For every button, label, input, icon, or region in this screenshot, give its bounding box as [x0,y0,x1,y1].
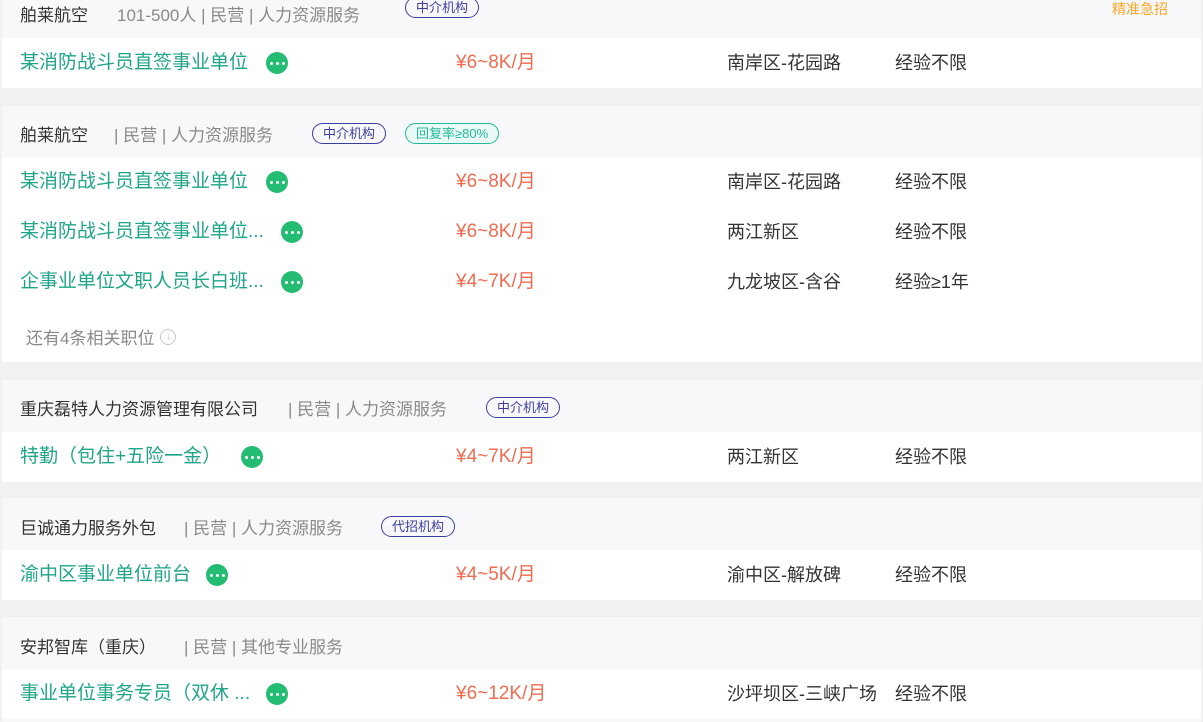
job-location: 两江新区 [727,222,799,242]
company-card: 重庆磊特人力资源管理有限公司 | 民营 | 人力资源服务 中介机构 特勤（包住+… [2,380,1201,482]
arrow-down-circle-icon: ↓ [160,328,177,345]
company-card: 巨诚通力服务外包 | 民营 | 人力资源服务 代招机构 渝中区事业单位前台 ¥4… [2,498,1201,600]
agency-badge: 中介机构 [312,123,387,144]
recruiting-agency-badge: 代招机构 [381,516,456,537]
chat-icon[interactable] [241,446,263,468]
job-row[interactable]: 企事业单位文职人员长白班... ¥4~7K/月 九龙坡区-含谷 经验≥1年 [2,257,1201,307]
more-row: 还有4条相关职位 ↓ [2,307,1201,362]
job-title[interactable]: 特勤（包住+五险一金） [20,432,221,482]
job-experience: 经验不限 [895,684,967,704]
chat-icon[interactable] [281,271,303,293]
company-card: 舶莱航空 101-500人 | 民营 | 人力资源服务 中介机构 精准急招 某消… [2,0,1201,88]
company-name[interactable]: 舶莱航空 [20,121,88,146]
chat-icon[interactable] [266,171,288,193]
job-location: 沙坪坝区-三峡广场 [727,684,877,704]
job-experience: 经验不限 [895,565,967,585]
job-location: 两江新区 [727,447,799,467]
job-row[interactable]: 某消防战斗员直签事业单位 ¥6~8K/月 南岸区-花园路 经验不限 [2,38,1201,88]
job-row[interactable]: 特勤（包住+五险一金） ¥4~7K/月 两江新区 经验不限 [2,432,1201,482]
job-location: 九龙坡区-含谷 [727,272,841,292]
chat-icon[interactable] [281,221,303,243]
company-meta: | 民营 | 人力资源服务 [184,518,344,538]
company-meta: | 民营 | 其他专业服务 [184,637,344,657]
job-experience: 经验不限 [895,222,967,242]
job-title[interactable]: 某消防战斗员直签事业单位 [20,157,248,207]
company-card: 安邦智库（重庆） | 民营 | 其他专业服务 事业单位事务专员（双休 ... ¥… [2,617,1201,722]
chat-icon[interactable] [266,52,288,74]
job-title[interactable]: 渝中区事业单位前台 [20,550,191,600]
agency-badge: 中介机构 [486,397,561,418]
job-title[interactable]: 某消防战斗员直签事业单位... [20,207,264,257]
company-meta: | 民营 | 人力资源服务 [288,399,448,419]
job-salary: ¥6~8K/月 [456,171,536,192]
job-salary: ¥6~12K/月 [456,683,547,704]
company-header: 舶莱航空 | 民营 | 人力资源服务 中介机构 回复率≥80% [2,114,1201,152]
job-experience: 经验不限 [895,447,967,467]
company-header: 重庆磊特人力资源管理有限公司 | 民营 | 人力资源服务 中介机构 [2,388,1201,426]
reply-rate-badge: 回复率≥80% [405,123,500,144]
job-experience: 经验不限 [895,172,967,192]
job-salary: ¥4~7K/月 [456,271,536,292]
job-row[interactable]: 事业单位事务专员（双休 ... ¥6~12K/月 沙坪坝区-三峡广场 经验不限 [2,669,1201,719]
job-location: 南岸区-花园路 [727,172,841,192]
job-title[interactable]: 企事业单位文职人员长白班... [20,257,264,307]
job-experience: 经验不限 [895,53,967,73]
company-name[interactable]: 舶莱航空 [20,1,88,26]
job-title[interactable]: 某消防战斗员直签事业单位 [20,38,248,88]
job-location: 渝中区-解放碑 [727,565,841,585]
chat-icon[interactable] [266,683,288,705]
company-name[interactable]: 重庆磊特人力资源管理有限公司 [20,395,258,420]
company-header: 安邦智库（重庆） | 民营 | 其他专业服务 [2,626,1201,664]
company-meta: | 民营 | 人力资源服务 [114,125,274,145]
job-row[interactable]: 渝中区事业单位前台 ¥4~5K/月 渝中区-解放碑 经验不限 [2,550,1201,600]
company-name[interactable]: 巨诚通力服务外包 [20,514,156,539]
company-header: 巨诚通力服务外包 | 民营 | 人力资源服务 代招机构 [2,507,1201,545]
company-name[interactable]: 安邦智库（重庆） [20,633,156,658]
company-header: 舶莱航空 101-500人 | 民营 | 人力资源服务 中介机构 精准急招 [2,0,1201,32]
job-row[interactable]: 某消防战斗员直签事业单位 ¥6~8K/月 南岸区-花园路 经验不限 [2,157,1201,207]
job-salary: ¥6~8K/月 [456,52,536,73]
job-experience: 经验≥1年 [895,272,969,292]
agency-badge: 中介机构 [405,0,480,18]
chat-icon[interactable] [206,564,228,586]
job-salary: ¥4~5K/月 [456,564,536,585]
company-card: 舶莱航空 | 民营 | 人力资源服务 中介机构 回复率≥80% 某消防战斗员直签… [2,106,1201,362]
job-salary: ¥6~8K/月 [456,221,536,242]
job-title[interactable]: 事业单位事务专员（双休 ... [20,669,250,719]
urgent-tag: 精准急招 [1112,1,1168,17]
job-row[interactable]: 某消防战斗员直签事业单位... ¥6~8K/月 两江新区 经验不限 [2,207,1201,257]
job-salary: ¥4~7K/月 [456,446,536,467]
company-meta: 101-500人 | 民营 | 人力资源服务 [117,5,361,25]
more-jobs-link[interactable]: 还有4条相关职位 ↓ [26,324,177,349]
more-jobs-label: 还有4条相关职位 [26,329,155,348]
job-location: 南岸区-花园路 [727,53,841,73]
